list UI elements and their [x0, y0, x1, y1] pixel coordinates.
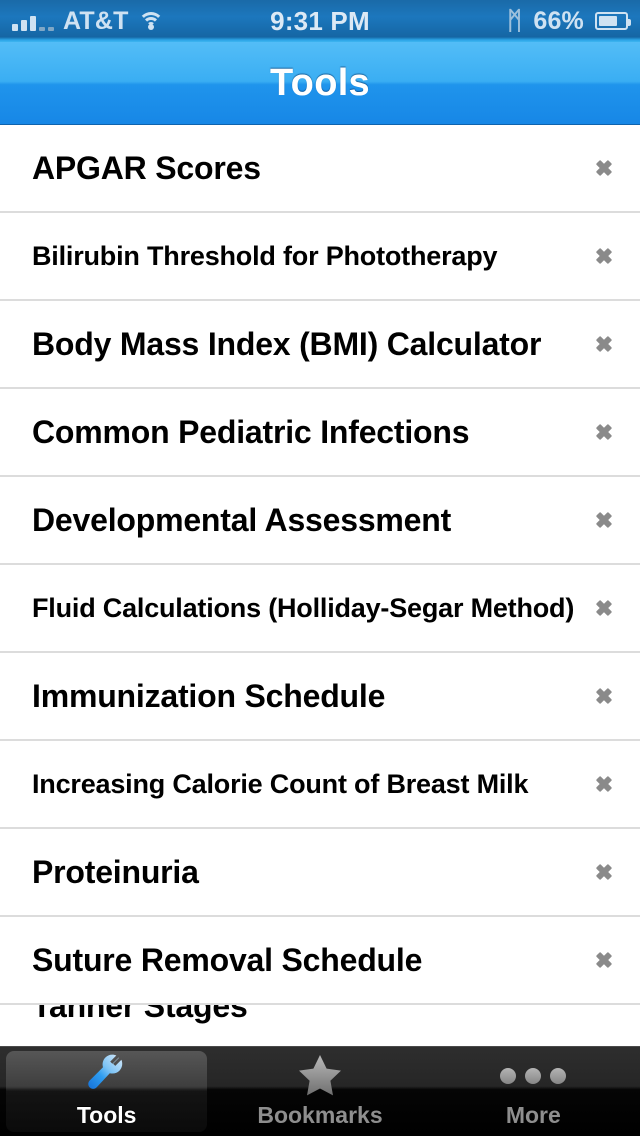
clock-label: 9:31 PM: [270, 5, 370, 36]
status-bar-center: 9:31 PM: [218, 6, 423, 37]
table-row[interactable]: Suture Removal Schedule: [0, 917, 640, 1005]
table-row[interactable]: Body Mass Index (BMI) Calculator: [0, 301, 640, 389]
ellipsis-icon: [500, 1054, 567, 1098]
table-row[interactable]: Common Pediatric Infections: [0, 389, 640, 477]
table-row[interactable]: Immunization Schedule: [0, 653, 640, 741]
wifi-icon: [138, 11, 165, 31]
table-row-label: Body Mass Index (BMI) Calculator: [32, 325, 542, 362]
chevron-right-icon: [596, 504, 614, 536]
tab-more[interactable]: More: [427, 1047, 640, 1136]
table-row-label: Bilirubin Threshold for Phototherapy: [32, 240, 498, 271]
table-row-label: APGAR Scores: [32, 149, 261, 186]
table-row-label: Tanner Stages: [32, 1005, 248, 1024]
table-row-label: Increasing Calorie Count of Breast Milk: [32, 768, 529, 799]
battery-icon: [594, 12, 631, 30]
bluetooth-icon: ᛗ: [507, 6, 523, 35]
cellular-signal-icon: [12, 11, 54, 31]
table-row-label: Immunization Schedule: [32, 677, 386, 714]
table-row-label: Common Pediatric Infections: [32, 413, 470, 450]
status-bar-right: ᛗ 66%: [422, 7, 640, 36]
chevron-right-icon: [596, 416, 614, 448]
tab-tools[interactable]: Tools: [0, 1047, 213, 1136]
tab-bookmarks[interactable]: Bookmarks: [213, 1047, 426, 1136]
chevron-right-icon: [596, 328, 614, 360]
tools-list[interactable]: APGAR Scores Bilirubin Threshold for Phot…: [0, 125, 640, 1046]
wrench-icon: [79, 1054, 135, 1098]
table-row[interactable]: Developmental Assessment: [0, 477, 640, 565]
chevron-right-icon: [596, 1021, 614, 1027]
table-row[interactable]: Bilirubin Threshold for Phototherapy: [0, 213, 640, 301]
chevron-right-icon: [596, 152, 614, 184]
tab-bar: Tools Bookmarks More: [0, 1046, 640, 1136]
chevron-right-icon: [596, 944, 614, 976]
status-bar-left: AT&T: [0, 7, 218, 36]
page-title: Tools: [269, 61, 370, 104]
tab-label: More: [505, 1102, 561, 1128]
star-icon: [292, 1054, 348, 1098]
chevron-right-icon: [596, 680, 614, 712]
table-row[interactable]: Fluid Calculations (Holliday-Segar Metho…: [0, 565, 640, 653]
carrier-label: AT&T: [63, 6, 129, 35]
chevron-right-icon: [596, 768, 614, 800]
table-row[interactable]: APGAR Scores: [0, 125, 640, 213]
chevron-right-icon: [596, 592, 614, 624]
table-row[interactable]: Increasing Calorie Count of Breast Milk: [0, 741, 640, 829]
tab-label: Bookmarks: [257, 1102, 383, 1128]
app-screen: AT&T 9:31 PM ᛗ 66% Tools APGAR Scores Bil…: [0, 0, 640, 1136]
navigation-bar: Tools: [0, 42, 640, 125]
chevron-right-icon: [596, 240, 614, 272]
table-row-label: Fluid Calculations (Holliday-Segar Metho…: [32, 592, 575, 623]
chevron-right-icon: [596, 856, 614, 888]
table-row[interactable]: Tanner Stages: [0, 1005, 640, 1027]
table-row[interactable]: Proteinuria: [0, 829, 640, 917]
tab-label: Tools: [76, 1102, 137, 1128]
table-row-label: Proteinuria: [32, 853, 199, 890]
battery-percent-label: 66%: [533, 6, 584, 35]
status-bar: AT&T 9:31 PM ᛗ 66%: [0, 0, 640, 42]
table-row-label: Suture Removal Schedule: [32, 941, 423, 978]
table-row-label: Developmental Assessment: [32, 501, 452, 538]
